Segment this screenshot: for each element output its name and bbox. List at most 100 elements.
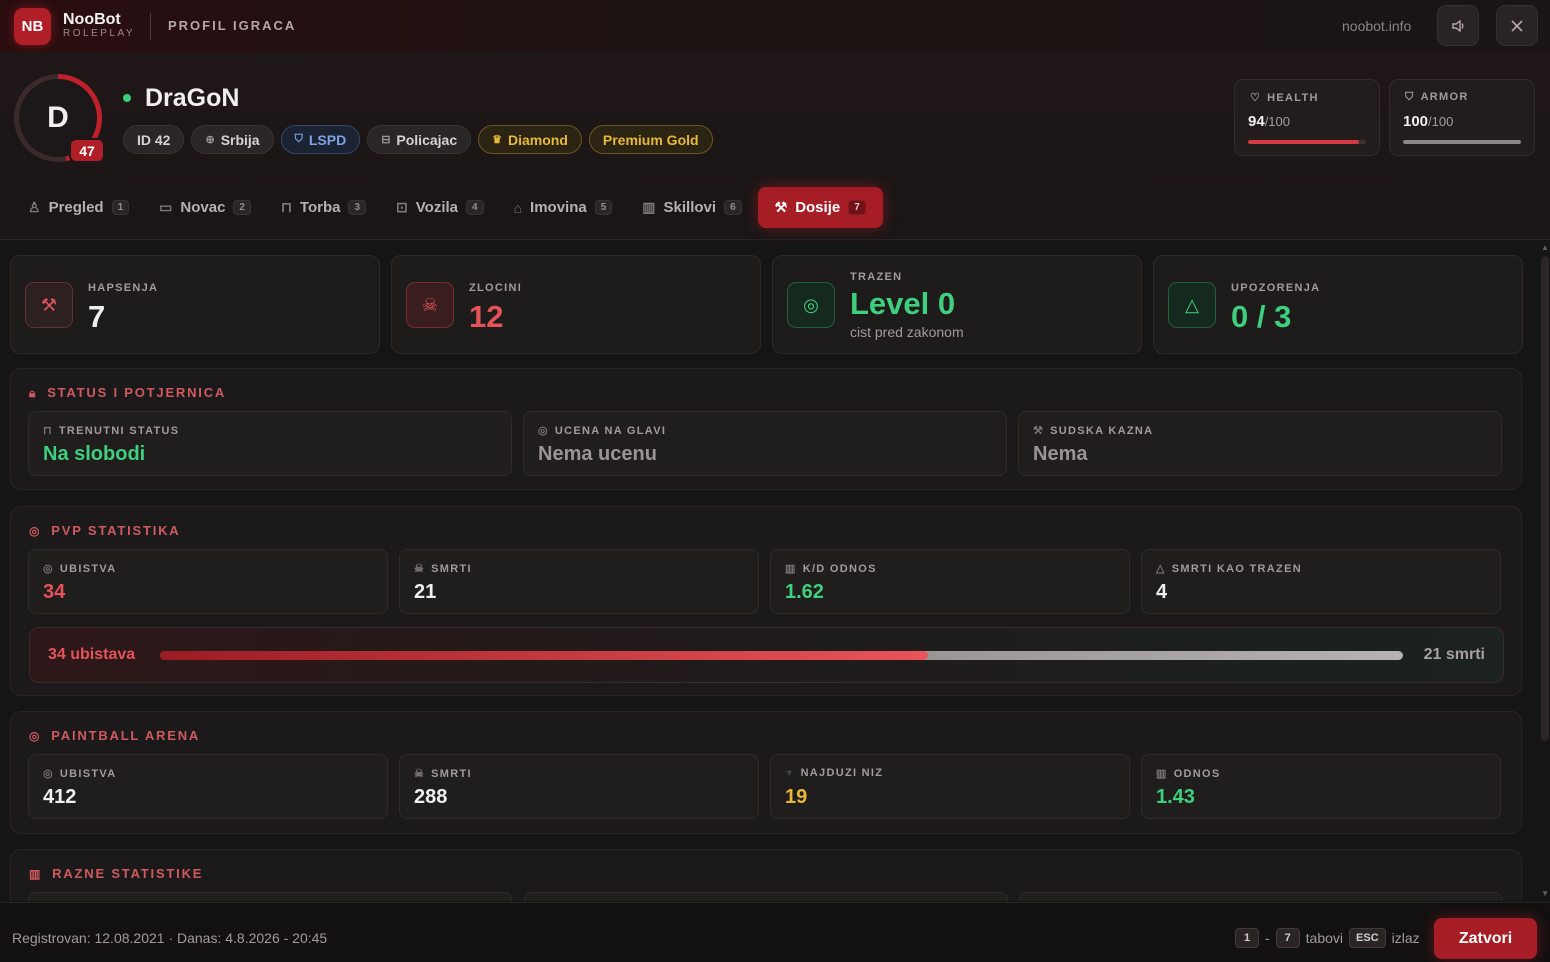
close-icon xyxy=(1511,19,1523,32)
scroll-down-icon[interactable]: ▼ xyxy=(1541,889,1549,898)
target-icon: ◎ xyxy=(787,282,835,328)
tab-vozila[interactable]: ⊡ Vozila 4 xyxy=(382,187,498,228)
paintball-ubistva: ◎ UBISTVA 412 xyxy=(28,754,388,819)
shield-icon: ⛉ xyxy=(294,133,303,145)
close-footer-button[interactable]: Zatvori xyxy=(1434,918,1537,959)
tab-label: Imovina xyxy=(530,199,587,216)
box-label-text: SMRTI xyxy=(431,768,472,780)
sound-button[interactable] xyxy=(1437,5,1479,46)
skull-icon: ☠ xyxy=(406,282,454,328)
box-value: 1.62 xyxy=(785,581,824,603)
skull-icon: ☠ xyxy=(414,563,426,575)
page-title: PROFIL IGRACA xyxy=(168,18,297,33)
scroll-up-icon[interactable]: ▲ xyxy=(1541,243,1549,252)
tab-key-hint: 4 xyxy=(466,200,484,215)
pvp-ubistva: ◎ UBISTVA 34 xyxy=(28,549,388,614)
gavel-icon: ⚒ xyxy=(1033,425,1045,437)
box-label-text: UCENA NA GLAVI xyxy=(554,425,667,437)
main-content: ▲ ▼ ⚒ HAPSENJA 7 ☠ ZLOCINI 12 ◎ TRAZEN Level 0 ci… xyxy=(0,241,1550,901)
box-label: ▥ ODNOS xyxy=(1156,767,1221,780)
card-label: TRAZEN xyxy=(850,271,903,283)
box-label: ⚒ SUDSKA KAZNA xyxy=(1033,424,1153,437)
tab-key-hint: 7 xyxy=(848,200,866,215)
player-chip: Premium Gold xyxy=(588,125,713,154)
paintball-odnos: ▥ ODNOS 1.43 xyxy=(1141,754,1501,819)
key-hint: 1 xyxy=(1235,928,1259,948)
summary-card-hapsenja: ⚒ HAPSENJA 7 xyxy=(10,255,380,354)
brand-name: NooBot xyxy=(63,11,121,28)
box-label-text: UBISTVA xyxy=(59,768,117,780)
esc-key-hint: ESC xyxy=(1349,928,1386,948)
summary-card-zlocini: ☠ ZLOCINI 12 xyxy=(391,255,761,354)
scrollbar[interactable] xyxy=(1541,256,1549,741)
skull-icon: ☠ xyxy=(414,768,426,780)
box-label-text: SMRTI KAO TRAZEN xyxy=(1171,563,1302,575)
tab-skillovi[interactable]: ▥ Skillovi 6 xyxy=(628,187,755,228)
footer: Registrovan: 12.08.2021 · Danas: 4.8.202… xyxy=(0,902,1550,962)
heart-icon: ♡ xyxy=(1250,92,1262,104)
chart-icon: ▥ xyxy=(1156,768,1168,780)
target-icon: ◎ xyxy=(29,729,42,743)
box-value: 1.43 xyxy=(1156,786,1195,808)
brand-subtitle: ROLEPLAY xyxy=(63,28,136,39)
pvp-title: ◎ PVP STATISTIKA xyxy=(29,523,181,538)
armor-box: ⛉ ARMOR 100/100 xyxy=(1389,79,1535,156)
box-value: 4 xyxy=(1156,581,1168,603)
exit-hint-text: izlaz xyxy=(1391,930,1420,946)
kd-track xyxy=(160,651,1403,660)
box-value: 412 xyxy=(43,786,77,808)
box-value: 19 xyxy=(785,786,808,808)
lock-icon: 🔒︎ xyxy=(29,386,38,400)
status-trenutni-status: ⊓ TRENUTNI STATUS Na slobodi xyxy=(28,411,512,476)
player-name: DraGoN xyxy=(145,84,240,112)
pvp-k-d-odnos: ▥ K/D ODNOS 1.62 xyxy=(770,549,1130,614)
registration-info: Registrovan: 12.08.2021 · Danas: 4.8.202… xyxy=(12,930,328,946)
deaths-text: 21 smrti xyxy=(1423,646,1485,663)
health-label: ♡ HEALTH xyxy=(1250,92,1319,104)
chip-label: Diamond xyxy=(507,131,568,148)
box-value: Na slobodi xyxy=(43,443,146,465)
chip-label: Premium Gold xyxy=(602,131,699,148)
tab-key-hint: 1 xyxy=(111,200,130,215)
card-label: UPOZORENJA xyxy=(1231,282,1321,294)
tab-novac[interactable]: ▭ Novac 2 xyxy=(145,187,265,228)
app-logo: NB xyxy=(14,8,51,45)
tab-label: Vozila xyxy=(415,199,459,216)
gavel-icon: ⚒ xyxy=(774,199,788,215)
close-button[interactable] xyxy=(1496,5,1538,46)
box-label: ⊓ TRENUTNI STATUS xyxy=(43,424,179,437)
tab-imovina[interactable]: ⌂ Imovina 5 xyxy=(500,187,627,228)
armor-label: ⛉ ARMOR xyxy=(1405,91,1469,103)
box-label-text: ODNOS xyxy=(1173,768,1221,780)
box-label: ◎ UBISTVA xyxy=(43,767,116,780)
tab-label: Pregled xyxy=(48,199,104,216)
paintball-title: ◎ PAINTBALL ARENA xyxy=(29,728,201,743)
tab-key-hint: 3 xyxy=(348,200,367,215)
summary-card-upozorenja: △ UPOZORENJA 0 / 3 xyxy=(1153,255,1523,354)
card-value: 12 xyxy=(469,299,504,334)
misc-title: ▥ RAZNE STATISTIKE xyxy=(29,866,204,881)
target-icon: ◎ xyxy=(43,563,54,575)
box-label-text: TRENUTNI STATUS xyxy=(58,425,180,437)
briefcase-icon: ⊟ xyxy=(381,134,391,146)
tab-dosije[interactable]: ⚒ Dosije 7 xyxy=(757,187,883,228)
misc-section: ▥ RAZNE STATISTIKE xyxy=(10,849,1522,901)
box-label-text: NAJDUZI NIZ xyxy=(800,767,884,779)
player-chip: ID 42 xyxy=(123,125,185,154)
tab-pregled[interactable]: ♙ Pregled 1 xyxy=(14,187,143,228)
pvp-smrti: ☠ SMRTI 21 xyxy=(399,549,759,614)
box-label: ☠ SMRTI xyxy=(414,562,472,575)
online-indicator xyxy=(123,94,131,102)
box-label-text: K/D ODNOS xyxy=(802,563,877,575)
tab-torba[interactable]: ⊓ Torba 3 xyxy=(267,187,380,228)
status-section: 🔒︎ STATUS I POTJERNICA ⊓ TRENUTNI STATUS Na… xyxy=(10,368,1522,490)
trophy-icon: ♆ xyxy=(785,767,795,779)
box-label: ◎ UCENA NA GLAVI xyxy=(538,424,666,437)
card-subtitle: cist pred zakonom xyxy=(850,324,964,340)
site-link[interactable]: noobot.info xyxy=(1342,18,1411,34)
card-value: 0 / 3 xyxy=(1231,299,1292,334)
chart-icon: ▥ xyxy=(642,199,656,215)
box-label: ◎ UBISTVA xyxy=(43,562,116,575)
box-label-text: SMRTI xyxy=(431,563,472,575)
player-chip: ⛉ LSPD xyxy=(280,125,361,154)
